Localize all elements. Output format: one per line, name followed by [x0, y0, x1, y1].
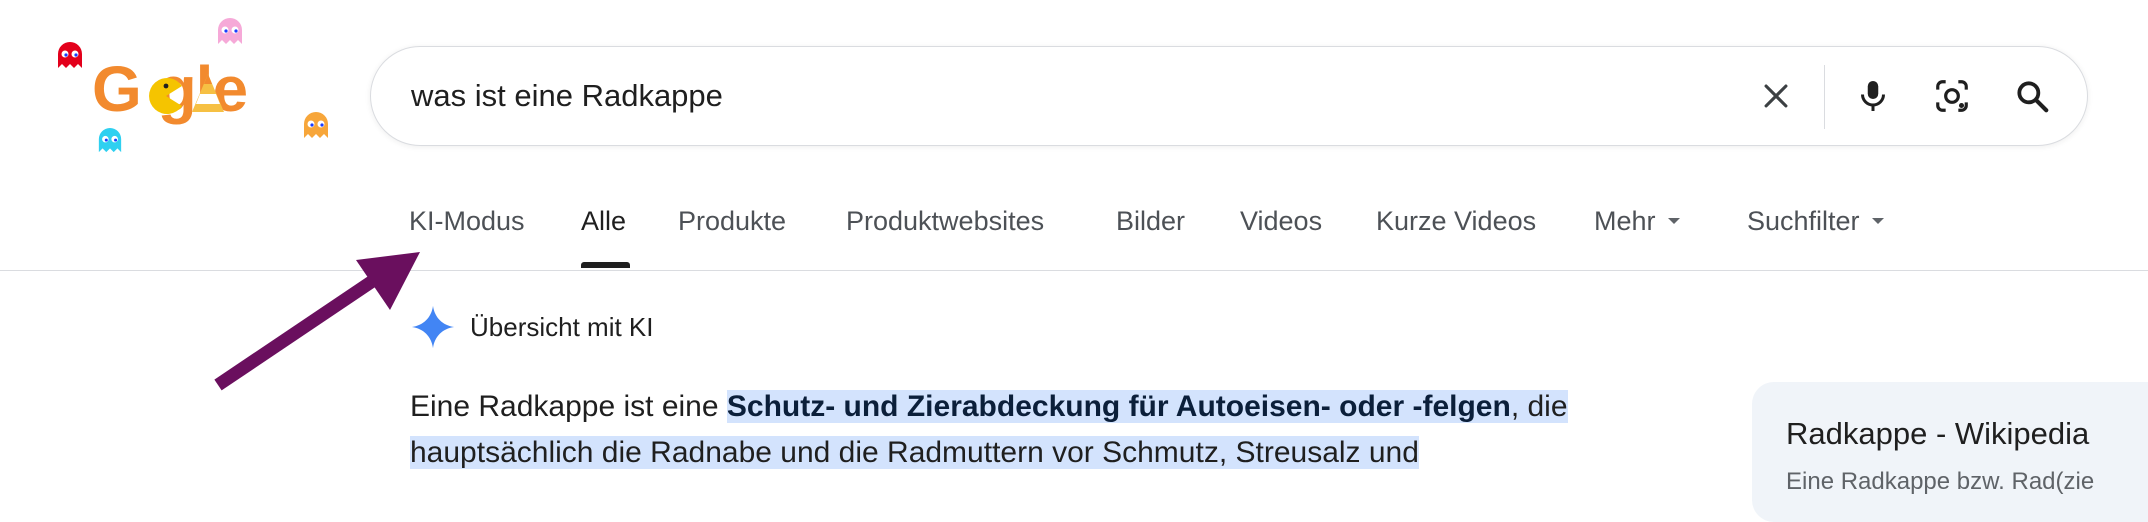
candy-corn-icon — [192, 74, 224, 112]
tab-produkte[interactable]: Produkte — [678, 206, 786, 237]
close-icon — [1764, 84, 1788, 108]
tab-produktwebsites[interactable]: Produktwebsites — [846, 206, 1044, 237]
ai-overview-header: Übersicht mit KI — [410, 302, 654, 352]
ai-overview-title: Übersicht mit KI — [470, 311, 654, 342]
tab-suchfilter-label: Suchfilter — [1747, 206, 1860, 236]
search-box[interactable] — [370, 46, 2088, 146]
annotation-arrow-icon — [214, 252, 420, 391]
mic-icon — [1861, 81, 1885, 111]
lens-icon — [1936, 80, 1968, 112]
tab-alle[interactable]: Alle — [581, 206, 626, 237]
search-divider — [1824, 65, 1825, 129]
tab-mehr[interactable]: Mehr — [1594, 206, 1680, 237]
chevron-down-icon — [1871, 217, 1884, 224]
active-tab-indicator — [581, 262, 630, 268]
tab-videos[interactable]: Videos — [1240, 206, 1322, 237]
source-card-title[interactable]: Radkappe - Wikipedia — [1786, 416, 2089, 452]
search-button[interactable] — [2008, 72, 2056, 120]
pacman-icon — [149, 78, 182, 114]
search-input[interactable] — [411, 72, 1711, 120]
source-card[interactable]: Radkappe - Wikipedia Eine Radkappe bzw. … — [1752, 382, 2148, 522]
clear-button[interactable] — [1752, 72, 1800, 120]
tab-suchfilter[interactable]: Suchfilter — [1747, 206, 1884, 237]
ai-overview-text: Eine Radkappe ist eine Schutz- und Ziera… — [410, 384, 1680, 476]
chevron-down-icon — [1667, 217, 1680, 224]
lens-search-button[interactable] — [1928, 72, 1976, 120]
cyan-ghost-icon — [98, 128, 122, 153]
google-logo[interactable]: G gle — [50, 12, 340, 162]
ai-highlight-bold: Schutz- und Zierabdeckung für Autoeisen-… — [726, 390, 1511, 423]
ai-intro-text: Eine Radkappe ist eine — [410, 390, 727, 423]
sparkle-icon — [411, 305, 455, 349]
tab-kurze-videos[interactable]: Kurze Videos — [1376, 206, 1536, 237]
tab-ki-modus[interactable]: KI-Modus — [409, 206, 525, 237]
tab-bilder[interactable]: Bilder — [1116, 206, 1185, 237]
red-ghost-icon — [58, 42, 82, 68]
voice-search-button[interactable] — [1849, 72, 1897, 120]
search-icon — [2017, 81, 2049, 113]
pink-ghost-icon — [218, 18, 242, 44]
source-card-snippet: Eine Radkappe bzw. Rad(zie — [1786, 468, 2095, 495]
orange-ghost-icon — [304, 112, 328, 138]
tab-mehr-label: Mehr — [1594, 206, 1656, 236]
